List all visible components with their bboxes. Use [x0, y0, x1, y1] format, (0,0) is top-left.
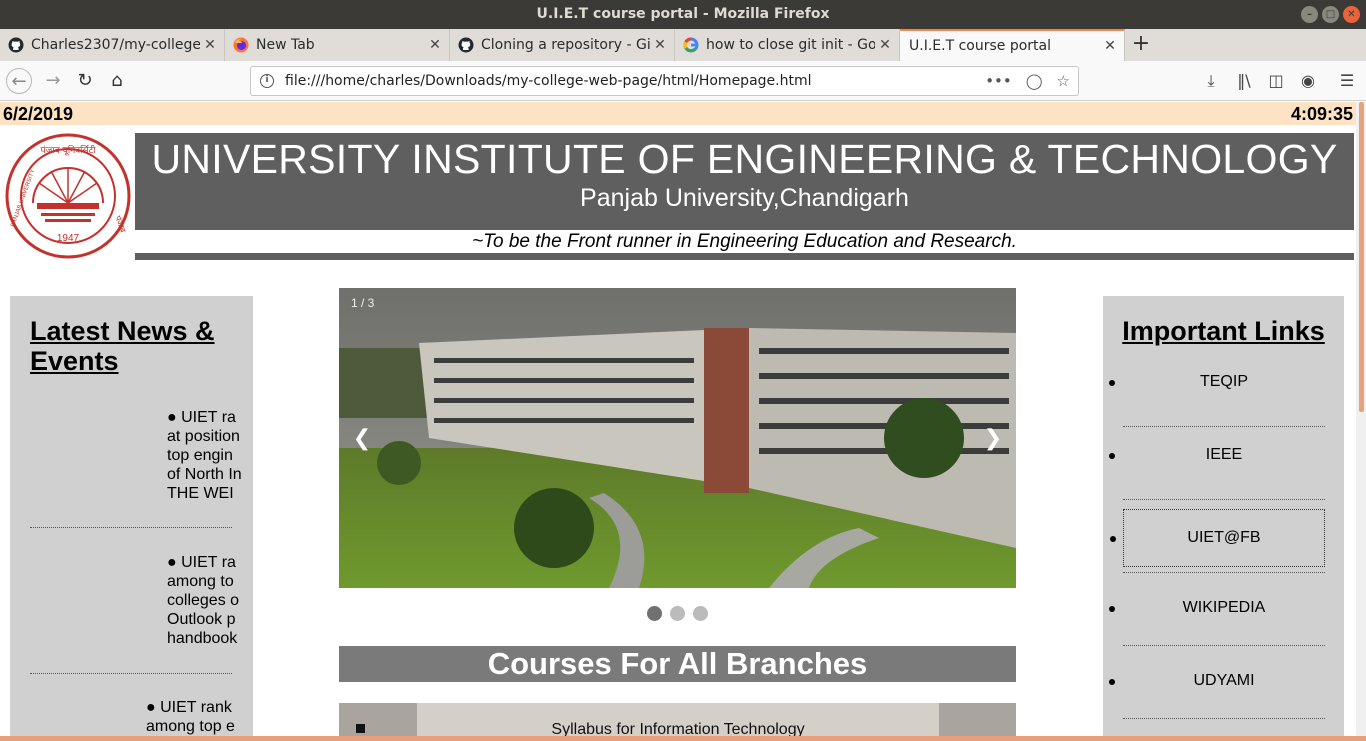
- reload-button[interactable]: ↻: [72, 68, 98, 94]
- github-icon: [8, 37, 24, 53]
- link-wikipedia[interactable]: WIKIPEDIA: [1109, 580, 1325, 638]
- link-divider: [1123, 499, 1325, 500]
- link-divider: [1123, 572, 1325, 573]
- tab-label: how to close git init - Google: [706, 37, 875, 53]
- tab-label: Cloning a repository - GitHub: [481, 37, 650, 53]
- window-title: U.I.E.T course portal - Mozilla Firefox: [536, 6, 830, 22]
- news-divider: [30, 527, 232, 528]
- link-ieee[interactable]: IEEE: [1109, 427, 1325, 485]
- university-subtitle: Panjab University,Chandigarh: [580, 184, 909, 212]
- date-time-bar: 6/2/2019 4:09:35: [0, 102, 1356, 125]
- address-bar[interactable]: i file:///home/charles/Downloads/my-coll…: [250, 66, 1079, 96]
- link-udyami[interactable]: UDYAMI: [1109, 653, 1325, 711]
- url-text[interactable]: file:///home/charles/Downloads/my-colleg…: [285, 67, 812, 95]
- window-titlebar: U.I.E.T course portal - Mozilla Firefox …: [0, 0, 1366, 29]
- slide-dot-2[interactable]: [670, 606, 685, 621]
- news-heading: Latest News & Events: [30, 316, 215, 376]
- slide-dot-1[interactable]: [647, 606, 662, 621]
- campus-image-slider: 1 / 3 ❮ ❯: [339, 288, 1016, 588]
- news-item[interactable]: ● UIET ra among to colleges o Outlook p …: [167, 553, 253, 648]
- link-teqip[interactable]: TEQIP: [1109, 354, 1325, 412]
- news-divider: [30, 673, 232, 674]
- maximize-button[interactable]: □: [1322, 6, 1339, 23]
- tab-strip: Charles2307/my-college-web-page ✕ New Ta…: [0, 29, 1366, 61]
- home-button[interactable]: ⌂: [104, 68, 130, 94]
- bullet-icon: [356, 724, 365, 733]
- syllabus-row[interactable]: Syllabus for Information Technology: [339, 703, 1016, 736]
- links-heading: Important Links: [1122, 316, 1325, 346]
- tab-uiet-portal[interactable]: U.I.E.T course portal ✕: [900, 29, 1125, 61]
- link-uiet-fb[interactable]: UIET@FB: [1110, 509, 1325, 567]
- next-slide-button[interactable]: ❯: [982, 426, 1004, 454]
- bullet-icon: [1109, 453, 1115, 459]
- link-divider: [1123, 718, 1325, 719]
- new-tab-button[interactable]: +: [1130, 29, 1152, 61]
- current-time: 4:09:35: [1290, 104, 1353, 124]
- bullet-icon: [1110, 536, 1116, 542]
- campus-building-photo: [339, 288, 1016, 588]
- news-item[interactable]: ● UIET ra at position top engin of North…: [167, 408, 253, 503]
- tab-cloning-repo[interactable]: Cloning a repository - GitHub ✕: [450, 29, 675, 61]
- web-page: 6/2/2019 4:09:35 पंजाब यूनिवर्सिटी 1947 …: [0, 102, 1356, 736]
- forward-button[interactable]: →: [40, 68, 66, 94]
- tab-google-search[interactable]: how to close git init - Google ✕: [675, 29, 900, 61]
- institute-title: UNIVERSITY INSTITUTE OF ENGINEERING & TE…: [151, 136, 1338, 182]
- google-icon: [683, 37, 699, 53]
- link-divider: [1123, 645, 1325, 646]
- header-banner: UNIVERSITY INSTITUTE OF ENGINEERING & TE…: [135, 133, 1354, 230]
- close-tab-icon[interactable]: ✕: [1100, 38, 1120, 54]
- info-icon[interactable]: i: [260, 74, 274, 88]
- firefox-icon: [233, 37, 249, 53]
- github-icon: [458, 37, 474, 53]
- important-links-panel: Important Links TEQIP IEEE UIET@FB WIKIP…: [1103, 296, 1344, 736]
- pocket-icon[interactable]: ◯: [1026, 67, 1043, 95]
- bullet-icon: [1109, 679, 1115, 685]
- header-divider: [135, 253, 1354, 260]
- bullet-icon: [1109, 380, 1115, 386]
- courses-heading: Courses For All Branches: [339, 646, 1016, 682]
- page-actions-icon[interactable]: •••: [985, 67, 1012, 95]
- back-button[interactable]: ←: [6, 68, 32, 94]
- scrollbar-thumb[interactable]: [1359, 102, 1364, 412]
- close-window-button[interactable]: ✕: [1343, 6, 1360, 23]
- navigation-toolbar: ← → ↻ ⌂ i file:///home/charles/Downloads…: [0, 61, 1366, 101]
- previous-slide-button[interactable]: ❮: [351, 426, 373, 454]
- logo-hindi-text: पंजाब यूनिवर्सिटी: [41, 144, 97, 156]
- bookmark-star-icon[interactable]: ☆: [1057, 67, 1070, 95]
- menu-icon[interactable]: ☰: [1336, 70, 1358, 92]
- slide-dot-3[interactable]: [693, 606, 708, 621]
- latest-news-panel: Latest News & Events ● UIET ra at positi…: [10, 296, 253, 736]
- current-date: 6/2/2019: [3, 104, 74, 124]
- library-icon[interactable]: ‖\: [1233, 70, 1255, 92]
- close-tab-icon[interactable]: ✕: [200, 37, 220, 53]
- close-tab-icon[interactable]: ✕: [425, 37, 445, 53]
- tab-label: U.I.E.T course portal: [909, 38, 1051, 54]
- sidebar-icon[interactable]: ◫: [1265, 70, 1287, 92]
- account-icon[interactable]: ◉: [1297, 70, 1319, 92]
- slider-dots: [647, 606, 708, 621]
- syllabus-link[interactable]: Syllabus for Information Technology: [417, 721, 939, 736]
- tab-github-repo[interactable]: Charles2307/my-college-web-page ✕: [0, 29, 225, 61]
- tab-new-tab[interactable]: New Tab ✕: [225, 29, 450, 61]
- news-item[interactable]: ● UIET rank among top e: [146, 698, 253, 736]
- institute-motto: ~To be the Front runner in Engineering E…: [472, 231, 1017, 252]
- page-scrollbar[interactable]: [1356, 102, 1366, 736]
- downloads-icon[interactable]: ⤓: [1200, 70, 1222, 92]
- university-logo: पंजाब यूनिवर्सिटी 1947 PANJAB UNIVERSITY…: [5, 133, 131, 259]
- close-tab-icon[interactable]: ✕: [875, 37, 895, 53]
- close-tab-icon[interactable]: ✕: [650, 37, 670, 53]
- tab-label: New Tab: [256, 37, 315, 53]
- tab-label: Charles2307/my-college-web-page: [31, 37, 200, 53]
- window-bottom-edge: [0, 736, 1366, 741]
- window-controls: – □ ✕: [1301, 6, 1360, 23]
- bullet-icon: [1109, 606, 1115, 612]
- minimize-button[interactable]: –: [1301, 6, 1318, 23]
- logo-year: 1947: [57, 233, 80, 244]
- slide-counter: 1 / 3: [351, 296, 375, 310]
